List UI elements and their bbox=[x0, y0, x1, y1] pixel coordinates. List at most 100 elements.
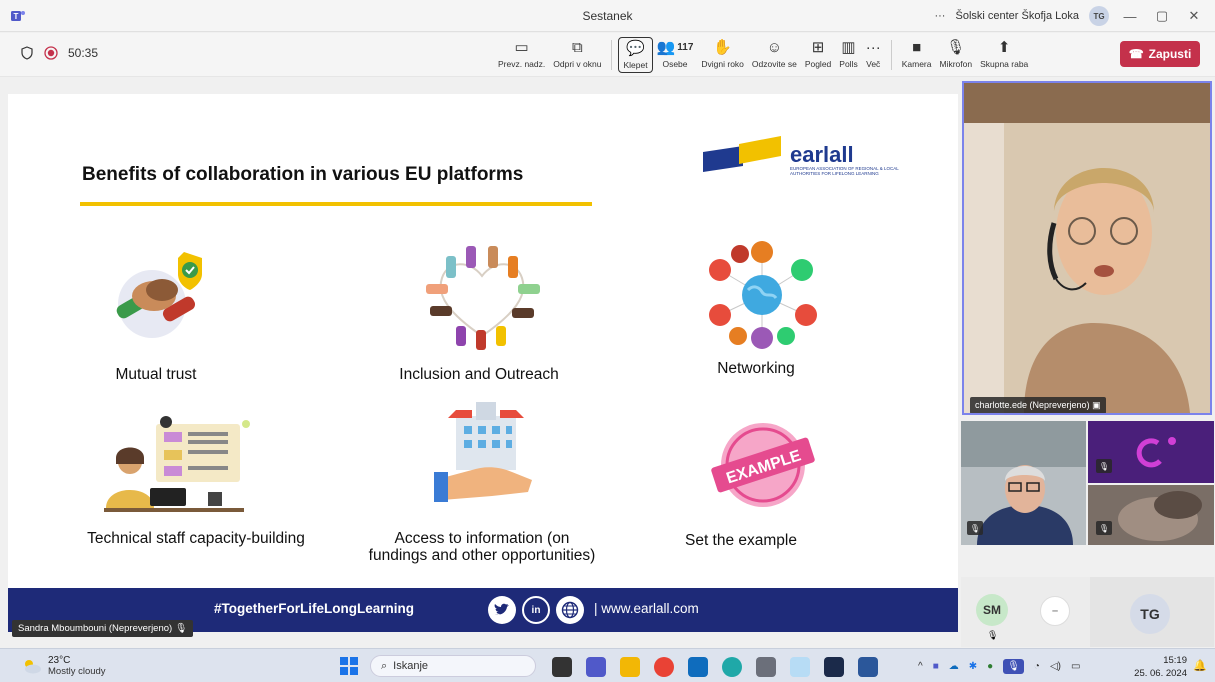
camera-button[interactable]: ■ Kamera bbox=[898, 37, 936, 73]
shield-icon[interactable] bbox=[20, 46, 34, 60]
user-avatar[interactable]: TG bbox=[1089, 6, 1109, 26]
title-underline bbox=[80, 202, 592, 206]
handshake-icon bbox=[116, 252, 202, 338]
org-name: Šolski center Škofja Loka bbox=[955, 10, 1079, 22]
share-label: Skupna raba bbox=[980, 59, 1029, 69]
brand-logo-icon bbox=[1088, 421, 1214, 483]
share-icon: ⬆ bbox=[997, 39, 1011, 56]
task-view-icon[interactable] bbox=[552, 657, 572, 677]
linkedin-icon: in bbox=[522, 596, 550, 624]
self-avatar[interactable]: TG bbox=[1130, 594, 1170, 634]
teams-meeting-window: T Sestanek ··· Šolski center Škofja Loka… bbox=[0, 0, 1215, 682]
more-label: Več bbox=[866, 59, 881, 69]
polls-icon: ▥ bbox=[841, 39, 856, 56]
benefit-access-information: Access to information (on fundings and o… bbox=[368, 530, 596, 564]
people-count: 117 bbox=[677, 41, 694, 53]
mic-off-icon: 🎙 bbox=[987, 630, 999, 640]
networking-globe-icon bbox=[709, 241, 817, 349]
taskbar-search[interactable]: ⌕ Iskanje bbox=[370, 655, 536, 677]
calculator-icon[interactable] bbox=[756, 657, 776, 677]
teams-taskbar-icon[interactable] bbox=[586, 657, 606, 677]
share-button[interactable]: ⬆ Skupna raba bbox=[976, 37, 1032, 73]
chat-icon: 💬 bbox=[626, 40, 645, 57]
restore-button[interactable]: ▢ bbox=[1151, 8, 1173, 24]
benefit-inclusion: Inclusion and Outreach bbox=[399, 366, 559, 383]
speaker-name: charlotte.ede (Nepreverjeno) bbox=[975, 400, 1090, 410]
react-button[interactable]: ☺ Odzovite se bbox=[748, 37, 801, 73]
raise-hand-button[interactable]: ✋ Dvigni roko bbox=[697, 37, 748, 73]
more-options-button[interactable]: ··· bbox=[934, 10, 945, 22]
snipping-tool-icon[interactable] bbox=[790, 657, 810, 677]
minimize-button[interactable]: — bbox=[1119, 9, 1141, 24]
participant-video-tile-2[interactable]: 🎙 bbox=[1088, 485, 1214, 545]
participant-logo-tile[interactable]: 🎙 bbox=[1088, 421, 1214, 483]
clock-date: 25. 06. 2024 bbox=[1134, 668, 1187, 679]
battery-icon[interactable]: ▭ bbox=[1071, 661, 1080, 672]
speaker-video-tile[interactable]: charlotte.ede (Nepreverjeno) ▣ bbox=[962, 81, 1212, 415]
outlook-icon[interactable] bbox=[688, 657, 708, 677]
react-icon: ☺ bbox=[766, 38, 783, 56]
onedrive-icon[interactable]: ☁ bbox=[949, 661, 959, 672]
leave-label: Zapusti bbox=[1148, 47, 1192, 61]
popout-button[interactable]: ⧉ Odpri v oknu bbox=[549, 37, 605, 73]
mic-off-icon: 🎙 bbox=[967, 521, 983, 535]
volume-icon[interactable]: ◁) bbox=[1050, 661, 1061, 672]
chevron-up-icon[interactable]: ^ bbox=[918, 661, 923, 672]
start-icon bbox=[340, 667, 348, 675]
presenter-name-tag: Sandra Mboumbouni (Nepreverjeno) 🎙 bbox=[12, 620, 193, 637]
leave-button[interactable]: ☎ Zapusti bbox=[1120, 41, 1200, 67]
microphone-tray-icon[interactable]: 🎙 bbox=[1003, 659, 1024, 674]
screen-share-icon: ▣ bbox=[1092, 400, 1101, 410]
participant-avatar-sm[interactable]: SM bbox=[976, 594, 1008, 626]
start-button[interactable] bbox=[340, 657, 358, 675]
meeting-status: 50:35 bbox=[20, 46, 98, 60]
people-icon: 👥 117 bbox=[657, 37, 694, 57]
teams-tray-icon[interactable]: ■ bbox=[933, 661, 939, 672]
app-tray-icon[interactable]: ● bbox=[987, 661, 993, 672]
earlall-logo-icon bbox=[703, 136, 781, 172]
benefit-technical-staff: Technical staff capacity-building bbox=[87, 530, 305, 547]
file-explorer-icon[interactable] bbox=[620, 657, 640, 677]
word-icon[interactable] bbox=[858, 657, 878, 677]
logo-name: earlall bbox=[790, 142, 854, 167]
share-screen-icon: ▭ bbox=[514, 39, 529, 56]
meeting-toolbar: 50:35 ▭ Prevz. nadz. ⧉ Odpri v oknu 💬 Kl… bbox=[0, 33, 1215, 77]
app-icon[interactable] bbox=[824, 657, 844, 677]
bluetooth-icon[interactable]: ✱ bbox=[969, 661, 977, 672]
mic-off-icon: 🎙 bbox=[1096, 521, 1112, 535]
edge-icon[interactable] bbox=[722, 657, 742, 677]
notification-bell-icon[interactable]: 🔔 bbox=[1193, 659, 1207, 672]
chrome-icon[interactable] bbox=[654, 657, 674, 677]
benefit-networking: Networking bbox=[717, 360, 795, 377]
mic-off-icon: 🎙 bbox=[1096, 459, 1112, 473]
participant-avatar-blank[interactable]: – bbox=[1040, 596, 1070, 626]
more-icon: ··· bbox=[865, 38, 881, 56]
view-button[interactable]: ⊞ Pogled bbox=[801, 37, 835, 73]
divider bbox=[611, 40, 613, 70]
chat-button[interactable]: 💬 Klepet bbox=[618, 37, 653, 73]
close-button[interactable]: ✕ bbox=[1183, 8, 1205, 24]
taskbar-clock[interactable]: 15:19 25. 06. 2024 bbox=[1134, 654, 1187, 680]
react-label: Odzovite se bbox=[751, 59, 797, 69]
benefit-mutual-trust: Mutual trust bbox=[115, 366, 197, 383]
take-control-button[interactable]: ▭ Prevz. nadz. bbox=[494, 37, 549, 73]
technical-staff-icon bbox=[104, 416, 250, 512]
microphone-button[interactable]: 🎙 Mikrofon bbox=[935, 37, 976, 73]
polls-button[interactable]: ▥ Polls bbox=[835, 37, 861, 73]
participant-video-tile[interactable]: 🎙 bbox=[961, 421, 1086, 545]
raise-hand-icon: ✋ bbox=[713, 39, 732, 56]
title-bar: T Sestanek ··· Šolski center Škofja Loka… bbox=[0, 0, 1215, 32]
phone-hangup-icon: ☎ bbox=[1128, 47, 1144, 61]
divider bbox=[890, 40, 892, 70]
mic-off-icon: 🎙 bbox=[174, 623, 187, 634]
weather-widget[interactable]: 23°C Mostly cloudy bbox=[22, 655, 106, 677]
popout-label: Odpri v oknu bbox=[553, 59, 602, 69]
camera-label: Kamera bbox=[901, 59, 932, 69]
more-button[interactable]: ··· Več bbox=[862, 37, 885, 73]
title-bar-right: ··· Šolski center Škofja Loka TG — ▢ ✕ bbox=[934, 6, 1205, 26]
benefit-set-example: Set the example bbox=[684, 532, 797, 549]
presentation-slide: Benefits of collaboration in various EU … bbox=[8, 94, 958, 632]
wifi-icon[interactable]: ◔ bbox=[1034, 661, 1040, 672]
people-button[interactable]: 👥 117 Osebe bbox=[653, 37, 698, 73]
weather-temp: 23°C bbox=[48, 655, 71, 666]
